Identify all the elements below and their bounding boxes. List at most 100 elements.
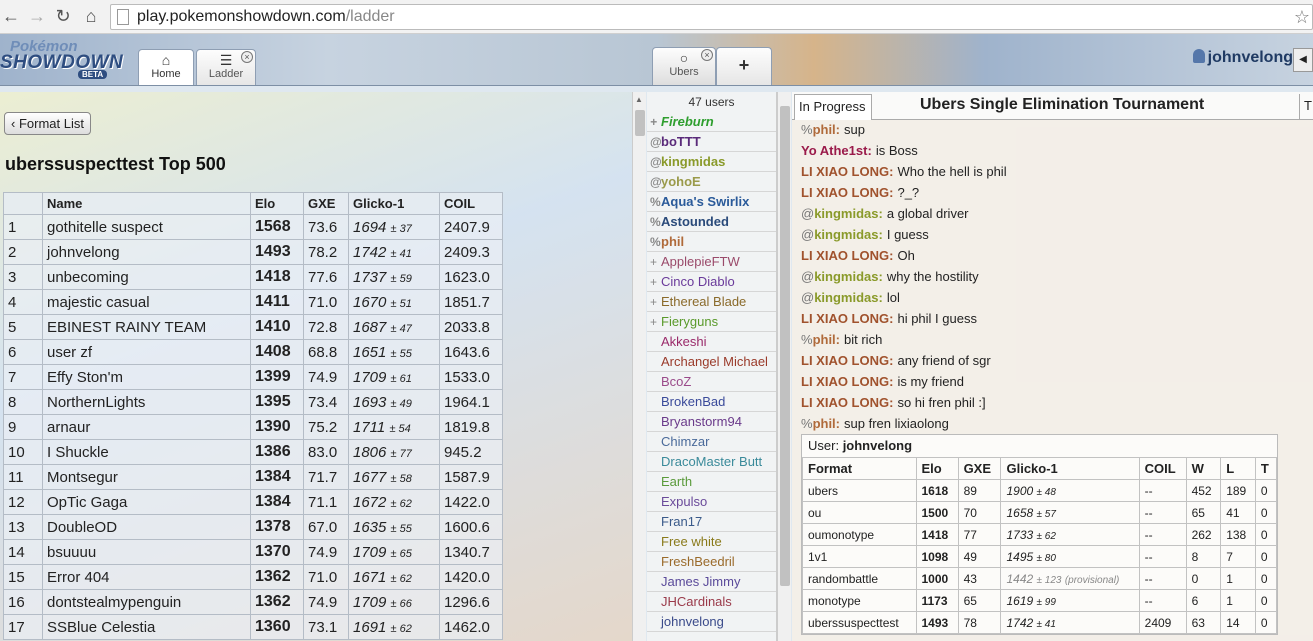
player-name[interactable]: unbecoming (42, 264, 251, 290)
player-name[interactable]: Montsegur (42, 464, 251, 490)
player-name[interactable]: arnaur (42, 414, 251, 440)
chat-author[interactable]: LI XIAO LONG: (801, 185, 893, 200)
bookmark-star-icon[interactable]: ☆ (1294, 5, 1310, 29)
player-name[interactable]: user zf (42, 339, 251, 365)
tab-ladder[interactable]: ☰ Ladder × (196, 49, 256, 85)
player-name[interactable]: I Shuckle (42, 439, 251, 465)
user-list-item[interactable]: + Fieryguns (647, 312, 776, 332)
format-cell[interactable]: ou (802, 501, 917, 524)
format-cell[interactable]: ubers (802, 479, 917, 502)
chat-author[interactable]: Yo Athe1st: (801, 143, 872, 158)
address-bar[interactable]: play.pokemonshowdown.com/ladder ☆ (110, 4, 1313, 30)
tab-home[interactable]: ⌂ Home (138, 49, 194, 85)
player-name[interactable]: majestic casual (42, 289, 251, 315)
chat-author[interactable]: LI XIAO LONG: (801, 395, 893, 410)
user-list-item[interactable]: johnvelong (647, 612, 776, 632)
user-list-item[interactable]: BrokenBad (647, 392, 776, 412)
glicko-cell: 1442 ± 123 (provisional) (1000, 567, 1140, 590)
chat-text: sup (844, 122, 865, 137)
player-name[interactable]: EBINEST RAINY TEAM (42, 314, 251, 340)
tab-ubers[interactable]: ○ Ubers × (652, 47, 716, 85)
user-list-item[interactable]: Archangel Michael (647, 352, 776, 372)
user-list-item[interactable]: Free white (647, 532, 776, 552)
player-name[interactable]: johnvelong (42, 239, 251, 265)
chat-author[interactable]: LI XIAO LONG: (801, 353, 893, 368)
user-menu[interactable]: johnvelong (1192, 49, 1293, 67)
stats-col-header: Elo (915, 457, 959, 480)
user-name: Fieryguns (661, 314, 719, 329)
chat-author[interactable]: LI XIAO LONG: (801, 311, 893, 326)
scroll-thumb[interactable] (635, 110, 645, 136)
player-name[interactable]: Error 404 (42, 564, 251, 590)
format-list-button[interactable]: ‹ Format List (4, 112, 91, 135)
home-icon[interactable]: ⌂ (80, 5, 102, 27)
user-list-item[interactable]: %phil (647, 232, 776, 252)
player-name[interactable]: OpTic Gaga (42, 489, 251, 515)
forward-icon[interactable]: → (26, 5, 48, 27)
back-icon[interactable]: ← (0, 5, 22, 27)
format-cell[interactable]: randombattle (802, 567, 917, 590)
user-list-item[interactable]: %Aqua's Swirlix (647, 192, 776, 212)
user-card-username[interactable]: johnvelong (843, 438, 912, 453)
close-icon[interactable]: × (241, 51, 253, 63)
chat-author[interactable]: %phil: (801, 332, 840, 347)
player-name[interactable]: SSBlue Celestia (42, 614, 251, 640)
table-row: 9 arnaur 1390 75.2 1711 ± 54 1819.8 (3, 414, 503, 440)
chat-author[interactable]: LI XIAO LONG: (801, 164, 893, 179)
user-list-item[interactable]: James Jimmy (647, 572, 776, 592)
format-cell[interactable]: oumonotype (802, 523, 917, 546)
chat-author[interactable]: %phil: (801, 416, 840, 431)
user-list-item[interactable]: + ApplepieFTW (647, 252, 776, 272)
user-list-item[interactable]: Bryanstorm94 (647, 412, 776, 432)
ladder-scrollbar[interactable]: ▲ (632, 92, 646, 641)
user-list-item[interactable]: Fran17 (647, 512, 776, 532)
player-name[interactable]: NorthernLights (42, 389, 251, 415)
player-name[interactable]: gothitelle suspect (42, 214, 251, 240)
tab-more[interactable]: T (1299, 94, 1313, 120)
chat-author[interactable]: @kingmidas: (801, 290, 883, 305)
player-name[interactable]: dontstealmypenguin (42, 589, 251, 615)
userlist-scrollbar[interactable] (777, 92, 791, 641)
logo[interactable]: Pokémon SHOWDOWN BETA (0, 38, 132, 82)
user-list-item[interactable]: + Fireburn (647, 112, 776, 132)
chat-author[interactable]: @kingmidas: (801, 269, 883, 284)
format-cell[interactable]: 1v1 (802, 545, 917, 568)
player-name[interactable]: Effy Ston'm (42, 364, 251, 390)
user-list-item[interactable]: Expulso (647, 492, 776, 512)
user-list-item[interactable]: BcoZ (647, 372, 776, 392)
chat-author[interactable]: LI XIAO LONG: (801, 248, 893, 263)
format-cell[interactable]: monotype (802, 589, 917, 612)
user-list-item[interactable]: @boTTT (647, 132, 776, 152)
player-name[interactable]: bsuuuu (42, 539, 251, 565)
format-cell[interactable]: uberssuspecttest (802, 611, 917, 634)
user-list-item[interactable]: FreshBeedril (647, 552, 776, 572)
chat-author[interactable]: LI XIAO LONG: (801, 374, 893, 389)
user-list-item[interactable]: Chimzar (647, 432, 776, 452)
user-list-item[interactable]: @yohoE (647, 172, 776, 192)
player-name[interactable]: DoubleOD (42, 514, 251, 540)
user-list-item[interactable]: %Astounded (647, 212, 776, 232)
user-list-item[interactable]: Earth (647, 472, 776, 492)
user-list-item[interactable]: + Ethereal Blade (647, 292, 776, 312)
chat-author[interactable]: %phil: (801, 122, 840, 137)
user-list-item[interactable]: + Cinco Diablo (647, 272, 776, 292)
user-stats-card: User: johnvelong Format Elo GXE Glicko-1 COI… (801, 434, 1278, 635)
reload-icon[interactable]: ↻ (52, 5, 74, 27)
chat-author[interactable]: @kingmidas: (801, 227, 883, 242)
user-list-item[interactable]: Akkeshi (647, 332, 776, 352)
coil-cell: 1964.1 (439, 389, 503, 415)
table-row: 2 johnvelong 1493 78.2 1742 ± 41 2409.3 (3, 239, 503, 265)
tab-in-progress[interactable]: In Progress (794, 94, 872, 120)
user-list-item[interactable]: @kingmidas (647, 152, 776, 172)
user-list-item[interactable]: JHCardinals (647, 592, 776, 612)
chat-author-name: LI XIAO LONG (801, 248, 890, 263)
close-icon[interactable]: × (701, 49, 713, 61)
elo-cell: 1386 (250, 439, 304, 465)
user-list-item[interactable]: DracoMaster Butt (647, 452, 776, 472)
new-tab-button[interactable]: + (716, 47, 772, 85)
scroll-thumb[interactable] (780, 106, 790, 586)
chat-author[interactable]: @kingmidas: (801, 206, 883, 221)
chat-text: is Boss (875, 143, 918, 158)
volume-icon[interactable]: ◀ (1293, 48, 1313, 72)
scroll-up-icon[interactable]: ▲ (635, 95, 643, 104)
